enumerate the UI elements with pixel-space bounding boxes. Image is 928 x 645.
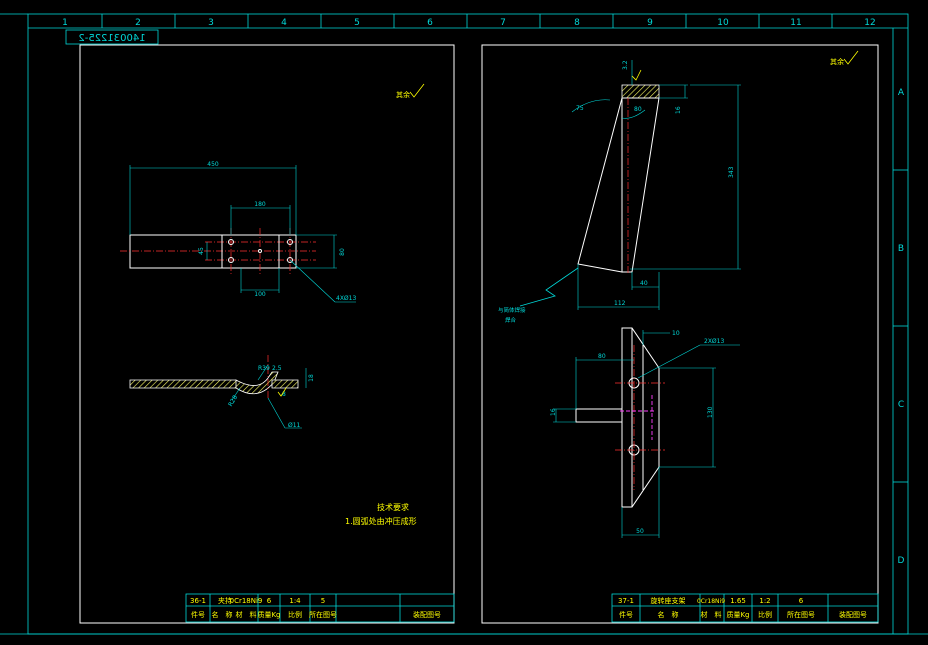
row-label: D [898, 556, 905, 566]
tb-h-scale: 比例 [758, 610, 772, 619]
dim-small: 2.5 [272, 365, 282, 372]
tb-h-drawing-ref: 所在图号 [309, 610, 337, 619]
tb-h-name: 名 称 [658, 610, 679, 619]
tb-h-assembly: 装配图号 [839, 610, 867, 619]
side-profile [621, 327, 660, 508]
dim-height: 80 [339, 248, 346, 256]
row-labels: A B C D [898, 88, 905, 566]
left-roughness-note: 其余 [396, 83, 425, 99]
dim-thickness: 8 [282, 391, 286, 398]
bracket-web [621, 97, 660, 273]
column-labels: 1 2 3 4 5 6 7 8 9 10 11 12 [62, 18, 876, 28]
dim-base-small: 40 [640, 280, 648, 287]
tb-h-part-no: 件号 [619, 610, 633, 619]
tb-material: 0Cr18Ni9 [697, 598, 725, 605]
row-label: B [898, 244, 904, 254]
col-label: 7 [500, 18, 506, 28]
right-sheet-border [481, 44, 879, 624]
tb-h-drawing-ref: 所在图号 [787, 610, 815, 619]
col-label: 3 [208, 18, 214, 28]
col-label: 8 [574, 18, 580, 28]
tb-h-material: 材 料 [701, 610, 722, 619]
notes-title: 技术要求 [377, 502, 409, 512]
col-label: 6 [427, 18, 433, 28]
tb-h-mass: 质量Kg [257, 610, 280, 619]
dim-thickness: 16 [550, 408, 557, 416]
hole [258, 249, 262, 253]
right-roughness-text: 其余 [830, 57, 844, 66]
dim-hole: Ø11 [288, 422, 301, 429]
dim-length: 450 [207, 161, 219, 168]
right-title-block: 37-1 旋转座支架 0Cr18Ni9 1.65 1:2 6 件号 名 称 材 … [611, 593, 879, 623]
cad-drawing-canvas: 1 2 3 4 5 6 7 8 9 10 11 12 A B C D 14003… [0, 13, 928, 635]
tb-drawing-ref: 5 [321, 597, 325, 605]
left-roughness-text: 其余 [396, 90, 410, 99]
technical-notes: 技术要求 1.圆弧处由冲压成形 [345, 502, 417, 526]
section-flange [271, 379, 299, 389]
tb-h-mass: 质量Kg [726, 610, 749, 619]
tb-part-no: 36-1 [190, 597, 206, 605]
tb-drawing-ref: 6 [799, 597, 804, 605]
tb-scale: 1:2 [759, 597, 770, 605]
top-plate-section [621, 84, 660, 99]
col-label: 12 [864, 18, 875, 28]
row-label: C [898, 400, 904, 410]
left-title-block: 36-1 夹持 0Cr18Ni9 6 1:4 5 件号 名 称 材 料 质量Kg… [185, 593, 455, 623]
drawing-number: 140031225-2 [78, 33, 145, 44]
stub-plate [575, 408, 623, 423]
dim-top-small: 3.2 [622, 60, 629, 70]
col-label: 5 [354, 18, 360, 28]
col-label: 11 [790, 18, 801, 28]
bracket-side [577, 97, 623, 273]
dim-arc: R28 [227, 394, 239, 408]
plate-outline [129, 234, 297, 269]
dim-height: 343 [728, 166, 735, 178]
hole-callout: 2XØ13 [704, 338, 724, 345]
tb-scale: 1:4 [289, 597, 301, 605]
tb-mass: 6 [267, 597, 272, 605]
notes-item: 1.圆弧处由冲压成形 [345, 516, 417, 526]
right-top-view: 3.2 75 80 16 343 40 112 与简体焊接 焊合 [498, 60, 741, 324]
tb-h-part-no: 件号 [191, 610, 205, 619]
row-label: A [898, 88, 905, 98]
drawing-number-box: 140031225-2 [65, 29, 159, 45]
tb-h-scale: 比例 [288, 610, 302, 619]
dim-hole-span-top: 180 [254, 201, 266, 208]
col-label: 1 [62, 18, 68, 28]
tb-material: 0Cr18Ni9 [230, 597, 263, 605]
left-sheet-border [79, 44, 455, 624]
left-section-view: 18 R39 R28 2.5 8 Ø11 [129, 355, 315, 429]
section-flat [129, 379, 241, 389]
col-label: 9 [647, 18, 653, 28]
dim-plate: 80 [598, 353, 606, 360]
tb-mass: 1.65 [730, 597, 746, 605]
tb-h-assembly: 装配图号 [413, 610, 441, 619]
dim-hole-offset: 45 [198, 247, 205, 255]
weld-note-1: 与简体焊接 [498, 306, 526, 314]
dim-base: 50 [636, 528, 644, 535]
dim-hole-span-bottom: 100 [254, 291, 266, 298]
col-label: 2 [135, 18, 141, 28]
dim-base: 112 [614, 300, 626, 307]
right-roughness-note: 其余 [830, 50, 859, 66]
dim-top: 10 [672, 330, 680, 337]
drawing-frame [0, 13, 928, 635]
tb-h-name: 名 称 [212, 610, 233, 619]
tb-part-no: 37-1 [618, 597, 634, 605]
tb-name: 旋转座支架 [651, 596, 686, 605]
col-label: 4 [281, 18, 287, 28]
dim-thickness: 16 [675, 106, 682, 114]
col-label: 10 [717, 18, 729, 28]
dim-bend: 18 [308, 374, 315, 382]
right-side-view: 10 2XØ13 80 16 130 50 [550, 327, 740, 538]
dim-hole-span: 130 [707, 406, 714, 418]
left-plan-view: 450 180 100 80 45 4XØ13 [120, 161, 356, 303]
weld-note-2: 焊合 [505, 316, 517, 324]
dim-angle-right: 80 [634, 106, 642, 113]
dim-radius: R39 [258, 365, 270, 372]
hole-callout: 4XØ13 [336, 295, 356, 302]
tb-h-material: 材 料 [236, 610, 257, 619]
